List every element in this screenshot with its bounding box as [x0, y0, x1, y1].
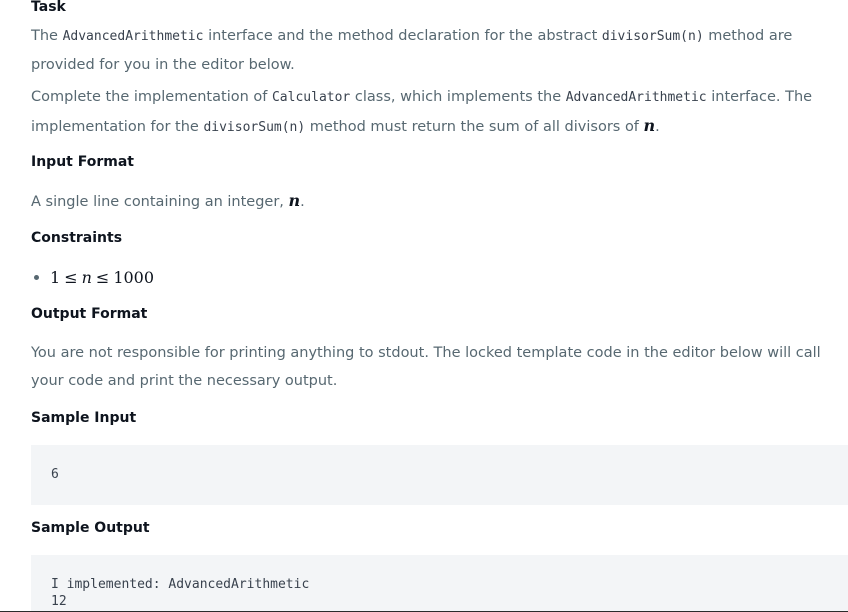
list-item: 1 ≤ n ≤ 1000 — [31, 264, 154, 290]
input-format-text: A single line containing an integer, n. — [31, 191, 305, 210]
code-line: I implemented: AdvancedArithmetic — [51, 577, 310, 592]
constraints-list: 1 ≤ n ≤ 1000 — [31, 264, 154, 290]
code-line: 12 — [51, 594, 67, 609]
sample-output-codeblock: I implemented: AdvancedArithmetic 12 — [31, 555, 848, 612]
input-format-heading: Input Format — [31, 154, 134, 170]
output-format-heading: Output Format — [31, 306, 148, 322]
bullet-icon — [34, 274, 39, 280]
task-heading: Task — [31, 0, 66, 15]
interface-name-code: AdvancedArithmetic — [62, 29, 204, 44]
math-var-n: n — [288, 191, 301, 210]
task-paragraph-1: The AdvancedArithmetic interface and the… — [31, 28, 793, 73]
class-name-code: Calculator — [271, 90, 351, 105]
sample-output-heading: Sample Output — [31, 520, 150, 536]
constraints-heading: Constraints — [31, 230, 123, 246]
interface-name-code: AdvancedArithmetic — [565, 90, 707, 105]
sample-input-heading: Sample Input — [31, 410, 137, 426]
code-line: 6 — [51, 467, 59, 482]
task-paragraph-2: Complete the implementation of Calculato… — [31, 89, 813, 135]
sample-input-codeblock: 6 — [31, 445, 848, 505]
math-var-n: n — [643, 116, 656, 135]
method-name-code: divisorSum(n) — [601, 29, 704, 44]
problem-statement: Task The AdvancedArithmetic interface an… — [0, 0, 848, 612]
output-format-text: You are not responsible for printing any… — [31, 345, 821, 389]
method-name-code: divisorSum(n) — [203, 120, 306, 135]
